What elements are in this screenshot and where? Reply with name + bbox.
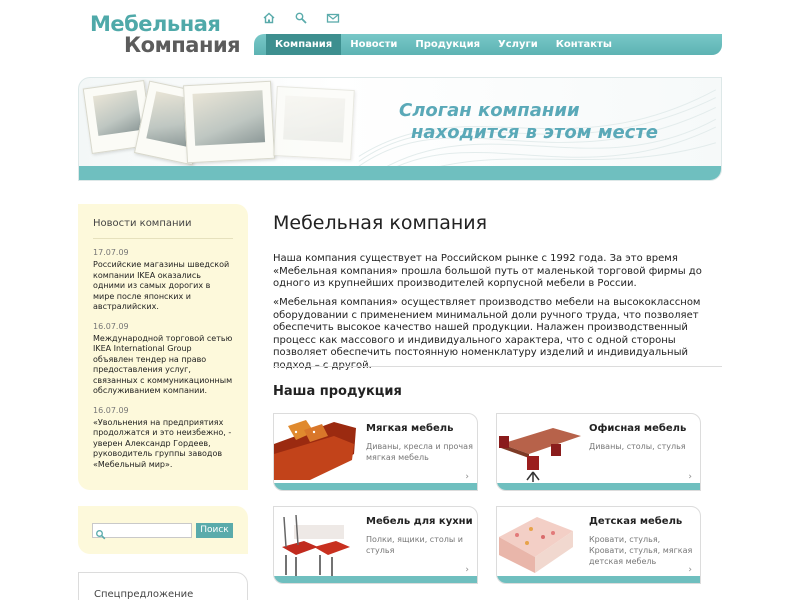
nav-item-news[interactable]: Новости — [341, 34, 406, 55]
home-icon[interactable] — [262, 10, 276, 24]
nav-item-products[interactable]: Продукция — [406, 34, 489, 55]
product-name: Офисная мебель — [589, 423, 687, 434]
mail-icon[interactable] — [326, 10, 340, 24]
news-item[interactable]: 17.07.09 Российские магазины шведской ко… — [93, 248, 233, 313]
page-title: Мебельная компания — [273, 212, 488, 234]
special-offer-panel: Спецпредложение — [78, 572, 248, 600]
news-date: 17.07.09 — [93, 248, 129, 257]
banner-photo-4 — [273, 86, 355, 160]
news-text[interactable]: Международной торговой сетью IKEA Intern… — [93, 334, 233, 397]
nav-item-company[interactable]: Компания — [266, 34, 342, 55]
product-name: Детская мебель — [589, 516, 683, 527]
card-accent-bar — [497, 576, 700, 583]
kitchen-chairs-image — [282, 514, 350, 577]
office-table-image — [499, 428, 581, 482]
search-input[interactable] — [108, 524, 190, 537]
news-panel: Новости компании 17.07.09 Российские маг… — [78, 204, 248, 490]
logo-line-2: Компания — [124, 33, 241, 57]
slogan-line-2: находится в этом месте — [411, 122, 658, 143]
chevron-right-icon: › — [688, 472, 692, 482]
news-date: 16.07.09 — [93, 321, 129, 331]
product-description: Кровати, стулья, Кровати, стулья, мягкая… — [589, 535, 693, 566]
nav-item-services[interactable]: Услуги — [489, 34, 547, 55]
chevron-right-icon: › — [465, 472, 469, 482]
card-accent-bar — [274, 576, 477, 583]
product-card-soft-furniture[interactable]: Мягкая мебель Диваны, кресла и прочая мя… — [273, 413, 478, 491]
search-icon[interactable] — [294, 10, 308, 24]
search-panel: Поиск — [78, 506, 248, 554]
product-card-office-furniture[interactable]: Офисная мебель Диваны, столы, стулья › — [496, 413, 701, 491]
news-panel-title: Новости компании — [93, 218, 233, 239]
slogan-line-1: Слоган компании — [399, 100, 580, 121]
product-description: Диваны, столы, стулья — [589, 442, 686, 451]
card-accent-bar — [274, 483, 477, 490]
card-accent-bar — [497, 483, 700, 490]
content-divider — [273, 366, 722, 367]
special-offer-title: Спецпредложение — [94, 589, 194, 600]
search-icon — [95, 525, 106, 544]
news-item[interactable]: 16.07.09 «Увольнения на предприятиях про… — [93, 406, 233, 471]
news-text[interactable]: Российские магазины шведской компании IK… — [93, 260, 233, 313]
company-logo[interactable]: Мебельная Компания — [90, 12, 241, 57]
search-field — [92, 523, 192, 540]
sofa-image — [274, 420, 356, 480]
banner-strip — [79, 166, 721, 180]
chevron-right-icon: › — [465, 565, 469, 575]
product-card-kids-furniture[interactable]: Детская мебель Кровати, стулья, Кровати,… — [496, 506, 701, 584]
banner-slogan: Слоган компании находится в этом месте — [399, 100, 658, 144]
top-icons — [262, 10, 340, 24]
products-heading: Наша продукция — [273, 384, 402, 399]
news-item[interactable]: 16.07.09 Международной торговой сетью IK… — [93, 322, 233, 397]
product-card-kitchen-furniture[interactable]: Мебель для кухни Полки, ящики, столы и с… — [273, 506, 478, 584]
header-banner: Слоган компании находится в этом месте — [78, 77, 722, 181]
nav-item-contacts[interactable]: Контакты — [547, 34, 621, 55]
product-description: Диваны, кресла и прочая мягкая мебель — [366, 442, 473, 462]
intro-paragraph-2: «Мебельная компания» осуществляет произв… — [273, 297, 701, 371]
main-nav: Компания Новости Продукция Услуги Контак… — [254, 34, 722, 55]
chevron-right-icon: › — [688, 565, 692, 575]
banner-photo-3 — [183, 80, 275, 164]
news-date: 16.07.09 — [93, 405, 129, 415]
logo-line-1: Мебельная — [90, 12, 221, 36]
product-name: Мебель для кухни — [366, 516, 473, 527]
kids-bed-image — [499, 517, 573, 573]
intro-paragraph-1: Наша компания существует на Российском р… — [273, 253, 702, 289]
search-button[interactable]: Поиск — [196, 523, 233, 538]
product-name: Мягкая мебель — [366, 423, 454, 434]
product-description: Полки, ящики, столы и стулья — [366, 535, 463, 555]
news-text[interactable]: «Увольнения на предприятиях продолжатся … — [93, 418, 233, 471]
